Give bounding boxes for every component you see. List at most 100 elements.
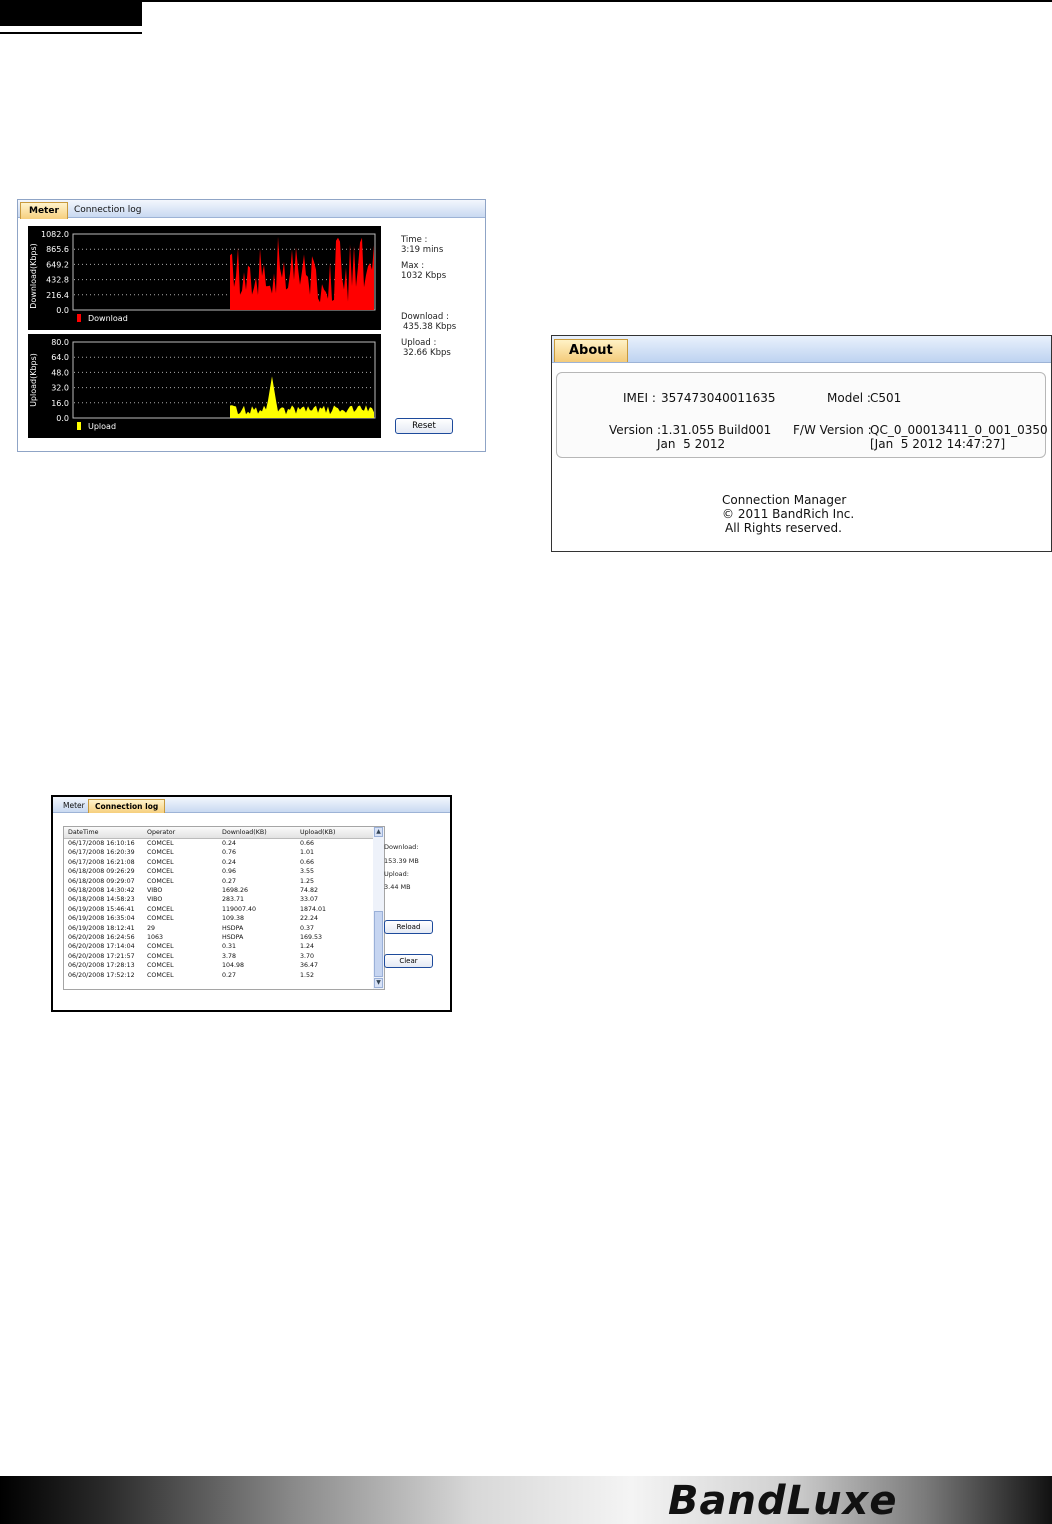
table-row[interactable]: 06/18/2008 09:29:07 COMCEL 0.27 1.25 <box>64 877 373 886</box>
cell-operator: COMCEL <box>147 905 174 913</box>
download-legend-label: Download <box>88 314 128 323</box>
connection-log-table[interactable]: DateTime Operator Download(KB) Upload(KB… <box>63 826 385 990</box>
table-scrollbar[interactable]: ▲ ▼ <box>373 827 384 989</box>
table-row[interactable]: 06/20/2008 17:21:57 COMCEL 3.78 3.70 <box>64 952 373 961</box>
fw-version-label: F/W Version : <box>793 423 872 437</box>
cell-operator: COMCEL <box>147 849 174 857</box>
cell-datetime: 06/19/2008 15:46:41 <box>68 905 135 913</box>
upload-graph: Upload(Kbps) 80.0 64.0 48.0 32.0 16.0 0.0 Upl… <box>28 334 381 438</box>
scroll-down-icon[interactable]: ▼ <box>374 978 383 988</box>
axis-tick-label: 0.0 <box>56 306 69 315</box>
tab-connection-log[interactable]: Connection log <box>88 799 166 813</box>
cell-datetime: 06/17/2008 16:10:16 <box>68 840 135 847</box>
table-row[interactable]: 06/19/2008 18:12:41 29 HSDPA 0.37 <box>64 924 373 933</box>
cell-operator: VIBO <box>147 896 163 904</box>
header-rule <box>0 0 1052 2</box>
cell-operator: VIBO <box>147 887 163 894</box>
cell-operator: COMCEL <box>147 868 174 876</box>
cell-upload: 0.66 <box>300 840 315 847</box>
log-download-value: 153.39 MB <box>384 857 419 865</box>
column-header-datetime[interactable]: DateTime <box>68 828 98 837</box>
table-row[interactable]: 06/20/2008 17:52:12 COMCEL 0.27 1.52 <box>64 971 373 980</box>
cell-datetime: 06/18/2008 14:30:42 <box>68 887 135 894</box>
cell-datetime: 06/19/2008 18:12:41 <box>68 924 135 932</box>
table-row[interactable]: 06/20/2008 17:14:04 COMCEL 0.31 1.24 <box>64 942 373 951</box>
cell-upload: 3.70 <box>300 952 315 960</box>
cell-download: 104.98 <box>222 962 245 970</box>
cell-operator: COMCEL <box>147 952 174 960</box>
log-upload-value: 3.44 MB <box>384 883 411 891</box>
table-row[interactable]: 06/19/2008 16:35:04 COMCEL 109.38 22.24 <box>64 914 373 923</box>
imei-label: IMEI : <box>623 391 656 405</box>
log-download-label: Download: <box>384 843 419 851</box>
connection-log-window: Meter Connection log DateTime Operator D… <box>51 795 452 1012</box>
version-label: Version : <box>609 423 661 437</box>
download-graph: Download(Kbps) 1082.0 865.6 649.2 432.8 216.… <box>28 226 381 330</box>
upload-legend-swatch <box>77 422 81 430</box>
about-tabbar: About <box>552 336 1051 363</box>
column-header-upload[interactable]: Upload(KB) <box>300 828 335 837</box>
cell-download: 1698.26 <box>222 887 249 894</box>
cell-upload: 74.82 <box>300 887 319 894</box>
cell-datetime: 06/20/2008 16:24:56 <box>68 934 135 941</box>
about-info-box: IMEI : 357473040011635 Model : C501 Vers… <box>556 372 1048 458</box>
table-header: DateTime Operator Download(KB) Upload(KB… <box>64 827 373 839</box>
cell-upload: 1.52 <box>300 971 315 979</box>
upload-graph-svg: Upload(Kbps) 80.0 64.0 48.0 32.0 16.0 0.0 Upl… <box>29 338 376 431</box>
reset-button[interactable]: Reset <box>395 418 453 434</box>
table-row[interactable]: 06/19/2008 15:46:41 COMCEL 119007.40 1874.0… <box>64 905 373 914</box>
model-label: Model : <box>827 391 871 405</box>
table-row[interactable]: 06/18/2008 14:58:23 VIBO 283.71 33.07 <box>64 895 373 904</box>
cell-datetime: 06/20/2008 17:14:04 <box>68 943 135 951</box>
reload-button[interactable]: Reload <box>384 920 433 934</box>
cell-download: 119007.40 <box>222 905 257 913</box>
cell-upload: 0.37 <box>300 924 315 932</box>
column-header-operator[interactable]: Operator <box>147 828 175 837</box>
table-row[interactable]: 06/17/2008 16:20:39 COMCEL 0.76 1.01 <box>64 848 373 857</box>
header-page-tab <box>0 0 142 26</box>
cell-download: HSDPA <box>222 934 244 941</box>
table-row[interactable]: 06/17/2008 16:10:16 COMCEL 0.24 0.66 <box>64 839 373 848</box>
cell-datetime: 06/20/2008 17:52:12 <box>68 971 135 979</box>
tab-meter[interactable]: Meter <box>20 202 68 219</box>
cell-upload: 169.53 <box>300 934 323 941</box>
log-tabbar: Meter Connection log <box>53 797 450 813</box>
bandluxe-logo: BandLuxe <box>668 1478 898 1524</box>
cell-datetime: 06/20/2008 17:28:13 <box>68 962 135 970</box>
table-row[interactable]: 06/18/2008 14:30:42 VIBO 1698.26 74.82 <box>64 886 373 895</box>
axis-tick-label: 16.0 <box>51 399 69 408</box>
cell-upload: 36.47 <box>300 962 319 970</box>
scroll-up-icon[interactable]: ▲ <box>374 827 383 837</box>
cell-operator: COMCEL <box>147 858 174 866</box>
clear-button[interactable]: Clear <box>384 954 433 968</box>
cell-download: 0.24 <box>222 858 237 866</box>
table-row[interactable]: 06/20/2008 17:28:13 COMCEL 104.98 36.47 <box>64 961 373 970</box>
axis-tick-label: 649.2 <box>46 260 69 269</box>
cell-datetime: 06/17/2008 16:21:08 <box>68 858 135 866</box>
tab-connection-log[interactable]: Connection log <box>66 202 150 218</box>
cell-upload: 1.24 <box>300 943 315 951</box>
fw-version-date: [Jan 5 2012 14:47:27] <box>870 437 1006 451</box>
meter-window: Meter Connection log Download(Kbps) 1082… <box>17 199 486 452</box>
cell-operator: COMCEL <box>147 877 174 885</box>
axis-tick-label: 865.6 <box>46 245 69 254</box>
table-row[interactable]: 06/18/2008 09:26:29 COMCEL 0.96 3.55 <box>64 867 373 876</box>
upload-legend-label: Upload <box>88 422 116 431</box>
cell-upload: 3.55 <box>300 868 315 876</box>
cell-datetime: 06/20/2008 17:21:57 <box>68 952 135 960</box>
tab-meter[interactable]: Meter <box>57 799 91 812</box>
download-rate-value: 435.38 Kbps <box>403 322 457 332</box>
cell-datetime: 06/18/2008 09:29:07 <box>68 877 135 885</box>
table-row[interactable]: 06/17/2008 16:21:08 COMCEL 0.24 0.66 <box>64 858 373 867</box>
tab-about[interactable]: About <box>554 339 628 362</box>
scroll-thumb[interactable] <box>374 911 383 977</box>
cell-download: 0.27 <box>222 971 237 979</box>
axis-tick-label: 64.0 <box>51 353 69 362</box>
table-row[interactable]: 06/20/2008 16:24:56 1063 HSDPA 169.53 <box>64 933 373 942</box>
cell-upload: 1.25 <box>300 877 315 885</box>
column-header-download[interactable]: Download(KB) <box>222 828 267 837</box>
cell-download: 0.76 <box>222 849 237 857</box>
axis-tick-label: 48.0 <box>51 368 69 377</box>
cell-upload: 1874.01 <box>300 905 327 913</box>
time-value: 3:19 mins <box>401 245 444 255</box>
